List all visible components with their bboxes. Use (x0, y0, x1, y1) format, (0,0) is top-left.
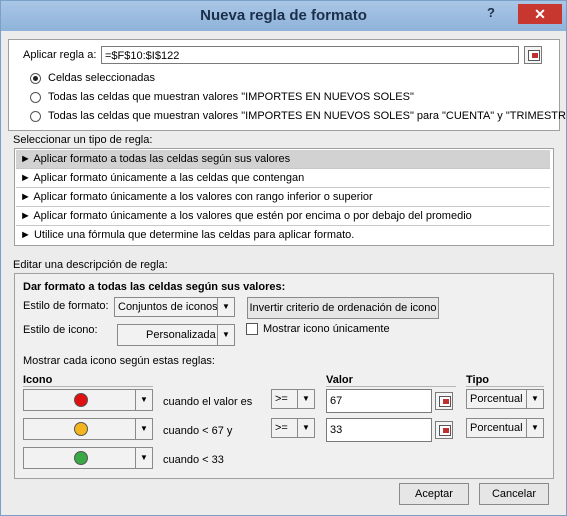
icon-style-label: Estilo de icono: (23, 324, 98, 336)
range-picker-icon[interactable] (524, 46, 542, 64)
yellow-circle-icon (74, 422, 88, 436)
radio-all-cells-account-label: Todas las celdas que muestran valores "I… (48, 110, 567, 122)
operator-dropdown[interactable]: >= ▼ (271, 418, 315, 438)
icon-style-value: Personalizada (146, 329, 216, 341)
column-header-icon: Icono (23, 374, 53, 386)
operator-dropdown[interactable]: >= ▼ (271, 389, 315, 409)
description-title: Dar formato a todas las celdas según sus… (23, 281, 286, 293)
range-picker-icon[interactable] (435, 421, 453, 439)
icon-rules-label: Mostrar cada icono según estas reglas: (23, 355, 215, 367)
ok-button[interactable]: Aceptar (399, 483, 469, 505)
help-button[interactable]: ? (481, 5, 501, 23)
type-dropdown[interactable]: Porcentual ▼ (466, 418, 544, 438)
chevron-down-icon: ▼ (526, 390, 543, 408)
icon-selector[interactable]: ▼ (23, 447, 153, 469)
rule-type-item[interactable]: ► Aplicar formato a todas las celdas seg… (16, 150, 550, 169)
radio-all-cells-values[interactable] (30, 92, 41, 103)
close-button[interactable]: ✕ (518, 4, 562, 24)
radio-selected-cells-label: Celdas seleccionadas (48, 72, 156, 84)
chevron-down-icon: ▼ (297, 419, 314, 437)
new-format-rule-dialog: Nueva regla de formato ? ✕ Aplicar regla… (0, 0, 567, 516)
show-icon-only-checkbox[interactable] (246, 323, 258, 335)
chevron-down-icon: ▼ (135, 419, 152, 439)
description-heading: Editar una descripción de regla: (13, 259, 168, 271)
icon-selector[interactable]: ▼ (23, 389, 153, 411)
value-input[interactable]: 33 (326, 418, 432, 442)
radio-all-cells-account[interactable] (30, 111, 41, 122)
format-style-value: Conjuntos de iconos (118, 301, 218, 313)
title-bar: Nueva regla de formato ? ✕ (1, 1, 566, 31)
value-input[interactable]: 67 (326, 389, 432, 413)
chevron-down-icon: ▼ (297, 390, 314, 408)
header-underline (23, 386, 153, 387)
chevron-down-icon: ▼ (217, 325, 234, 345)
column-header-value: Valor (326, 374, 353, 386)
type-dropdown[interactable]: Porcentual ▼ (466, 389, 544, 409)
condition-label: cuando el valor es (163, 396, 253, 408)
radio-selected-cells[interactable] (30, 73, 41, 84)
condition-label: cuando < 67 y (163, 425, 233, 437)
radio-all-cells-values-label: Todas las celdas que muestran valores "I… (48, 91, 414, 103)
cancel-button[interactable]: Cancelar (479, 483, 549, 505)
format-style-label: Estilo de formato: (23, 300, 109, 312)
apply-range-input[interactable]: =$F$10:$I$122 (101, 46, 519, 64)
format-style-dropdown[interactable]: Conjuntos de iconos ▼ (114, 297, 235, 317)
chevron-down-icon: ▼ (217, 298, 234, 316)
rule-type-item[interactable]: ► Aplicar formato únicamente a los valor… (16, 207, 550, 226)
rule-type-list[interactable]: ► Aplicar formato a todas las celdas seg… (14, 148, 554, 246)
chevron-down-icon: ▼ (135, 390, 152, 410)
rule-type-heading: Seleccionar un tipo de regla: (13, 134, 153, 146)
chevron-down-icon: ▼ (135, 448, 152, 468)
apply-rule-label: Aplicar regla a: (23, 49, 97, 61)
chevron-down-icon: ▼ (526, 419, 543, 437)
green-circle-icon (74, 451, 88, 465)
rule-type-item[interactable]: ► Aplicar formato únicamente a las celda… (16, 169, 550, 188)
rule-type-item[interactable]: ► Utilice una fórmula que determine las … (16, 226, 550, 245)
header-underline (326, 386, 456, 387)
header-underline (466, 386, 544, 387)
icon-selector[interactable]: ▼ (23, 418, 153, 440)
show-icon-only-label: Mostrar icono únicamente (263, 323, 390, 335)
rule-type-item[interactable]: ► Aplicar formato únicamente a los valor… (16, 188, 550, 207)
condition-label: cuando < 33 (163, 454, 224, 466)
icon-style-dropdown[interactable]: Personalizada ▼ (117, 324, 235, 346)
range-picker-icon[interactable] (435, 392, 453, 410)
red-circle-icon (74, 393, 88, 407)
reverse-icon-order-button[interactable]: Invertir criterio de ordenación de icono (247, 297, 439, 319)
column-header-type: Tipo (466, 374, 490, 386)
